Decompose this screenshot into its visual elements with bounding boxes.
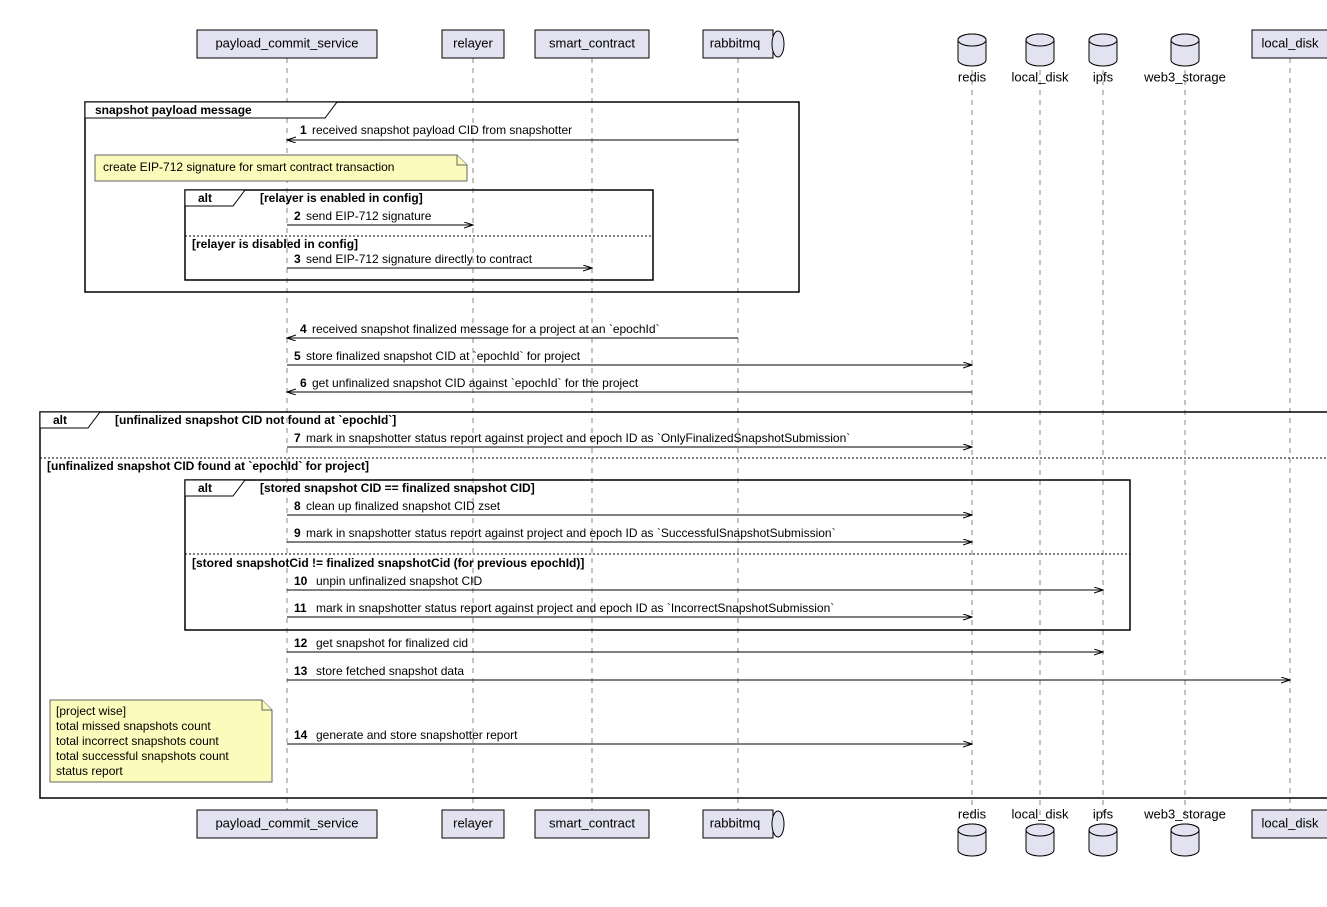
svg-text:4: 4 [300,322,307,336]
svg-text:14: 14 [294,728,308,742]
message-10: 10 unpin unfinalized snapshot CID [287,574,1103,590]
svg-text:total missed snapshots count: total missed snapshots count [56,719,211,733]
participant-payload-commit-service-top: payload_commit_service [197,30,377,58]
svg-text:rabbitmq: rabbitmq [710,815,761,830]
svg-text:alt: alt [198,481,212,495]
message-1: 1 received snapshot payload CID from sna… [287,123,738,140]
svg-text:create EIP-712 signature for s: create EIP-712 signature for smart contr… [103,160,394,174]
message-2: 2 send EIP-712 signature [287,209,473,225]
svg-text:clean up finalized snapshot CI: clean up finalized snapshot CID zset [306,499,501,513]
svg-text:local_disk: local_disk [1261,35,1319,50]
svg-text:smart_contract: smart_contract [549,35,635,50]
participant-web3-storage-bottom: web3_storage [1143,806,1226,856]
svg-text:11: 11 [294,601,307,615]
participant-local-disk-2-top: local_disk [1252,30,1327,58]
participant-ipfs-bottom: ipfs [1089,806,1117,856]
svg-text:2: 2 [294,209,301,223]
message-9: 9 mark in snapshotter status report agai… [287,526,972,542]
svg-text:send EIP-712 signature directl: send EIP-712 signature directly to contr… [306,252,533,266]
svg-text:generate and store snapshotter: generate and store snapshotter report [316,728,518,742]
alt-frame-relayer: alt [relayer is enabled in config] [rela… [185,190,653,280]
svg-text:rabbitmq: rabbitmq [710,35,761,50]
svg-text:mark in snapshotter status rep: mark in snapshotter status report agains… [306,526,836,540]
svg-text:8: 8 [294,499,301,513]
svg-text:status report: status report [56,764,123,778]
message-8: 8 clean up finalized snapshot CID zset [287,499,972,515]
participant-redis-top: redis [958,34,987,84]
participant-local-disk-1-bottom: local_disk [1011,806,1069,856]
message-14: 14 generate and store snapshotter report [287,728,972,744]
svg-text:ipfs: ipfs [1093,69,1114,84]
note-eip712-signature: create EIP-712 signature for smart contr… [95,155,467,181]
svg-text:mark in snapshotter status rep: mark in snapshotter status report agains… [316,601,834,615]
svg-text:[relayer is disabled in config: [relayer is disabled in config] [192,237,358,251]
svg-text:snapshot payload message: snapshot payload message [95,103,252,117]
svg-text:local_disk: local_disk [1011,806,1069,821]
svg-text:[relayer is enabled in config]: [relayer is enabled in config] [260,191,423,205]
svg-text:store fetched snapshot data: store fetched snapshot data [316,664,464,678]
note-project-wise: [project wise] total missed snapshots co… [50,700,272,782]
participant-web3-storage-top: web3_storage [1143,34,1226,84]
svg-text:web3_storage: web3_storage [1143,806,1226,821]
svg-text:local_disk: local_disk [1011,69,1069,84]
message-12: 12 get snapshot for finalized cid [287,636,1103,652]
participant-rabbitmq-top: rabbitmq [703,30,784,58]
participant-local-disk-1-top: local_disk [1011,34,1069,84]
svg-text:send EIP-712 signature: send EIP-712 signature [306,209,432,223]
svg-text:payload_commit_service: payload_commit_service [215,35,358,50]
participant-relayer-top: relayer [442,30,504,58]
participant-rabbitmq-bottom: rabbitmq [703,810,784,838]
svg-text:relayer: relayer [453,815,493,830]
message-6: 6 get unfinalized snapshot CID against `… [287,376,972,392]
participant-smart-contract-top: smart_contract [535,30,649,58]
svg-text:3: 3 [294,252,301,266]
message-5: 5 store finalized snapshot CID at `epoch… [287,349,972,365]
svg-text:alt: alt [53,413,67,427]
svg-text:ipfs: ipfs [1093,806,1114,821]
participant-smart-contract-bottom: smart_contract [535,810,649,838]
svg-text:local_disk: local_disk [1261,815,1319,830]
svg-text:web3_storage: web3_storage [1143,69,1226,84]
svg-text:total successful snapshots cou: total successful snapshots count [56,749,229,763]
svg-text:received snapshot payload CID: received snapshot payload CID from snaps… [312,123,572,137]
svg-text:relayer: relayer [453,35,493,50]
svg-text:unpin unfinalized snapshot CID: unpin unfinalized snapshot CID [316,574,482,588]
participant-ipfs-top: ipfs [1089,34,1117,84]
participant-redis-bottom: redis [958,806,987,856]
svg-text:[stored snapshot CID == finali: [stored snapshot CID == finalized snapsh… [260,481,535,495]
svg-text:13: 13 [294,664,308,678]
message-3: 3 send EIP-712 signature directly to con… [287,252,592,268]
svg-text:5: 5 [294,349,301,363]
svg-text:[unfinalized snapshot CID not: [unfinalized snapshot CID not found at `… [115,413,396,427]
svg-text:1: 1 [300,123,307,137]
message-7: 7 mark in snapshotter status report agai… [287,431,972,447]
message-4: 4 received snapshot finalized message fo… [287,322,738,338]
svg-text:[project wise]: [project wise] [56,704,126,718]
svg-text:alt: alt [198,191,212,205]
svg-text:[stored snapshotCid != finaliz: [stored snapshotCid != finalized snapsho… [192,556,584,570]
message-13: 13 store fetched snapshot data [287,664,1290,680]
svg-text:get unfinalized snapshot CID a: get unfinalized snapshot CID against `ep… [312,376,639,390]
svg-text:12: 12 [294,636,308,650]
participant-relayer-bottom: relayer [442,810,504,838]
svg-text:[unfinalized snapshot CID foun: [unfinalized snapshot CID found at `epoc… [47,459,369,473]
participant-local-disk-2-bottom: local_disk [1252,810,1327,838]
svg-text:10: 10 [294,574,308,588]
svg-text:6: 6 [300,376,307,390]
message-11: 11 mark in snapshotter status report aga… [287,601,972,617]
sequence-diagram: payload_commit_service relayer smart_con… [20,20,1327,887]
participant-payload-commit-service-bottom: payload_commit_service [197,810,377,838]
svg-text:get snapshot for finalized cid: get snapshot for finalized cid [316,636,468,650]
svg-text:9: 9 [294,526,301,540]
svg-text:mark in snapshotter status rep: mark in snapshotter status report agains… [306,431,850,445]
svg-text:payload_commit_service: payload_commit_service [215,815,358,830]
svg-text:7: 7 [294,431,301,445]
svg-text:redis: redis [958,806,987,821]
svg-text:smart_contract: smart_contract [549,815,635,830]
svg-text:total incorrect snapshots coun: total incorrect snapshots count [56,734,219,748]
svg-text:received snapshot finalized me: received snapshot finalized message for … [312,322,660,336]
svg-text:redis: redis [958,69,987,84]
svg-text:store finalized snapshot CID a: store finalized snapshot CID at `epochId… [306,349,581,363]
